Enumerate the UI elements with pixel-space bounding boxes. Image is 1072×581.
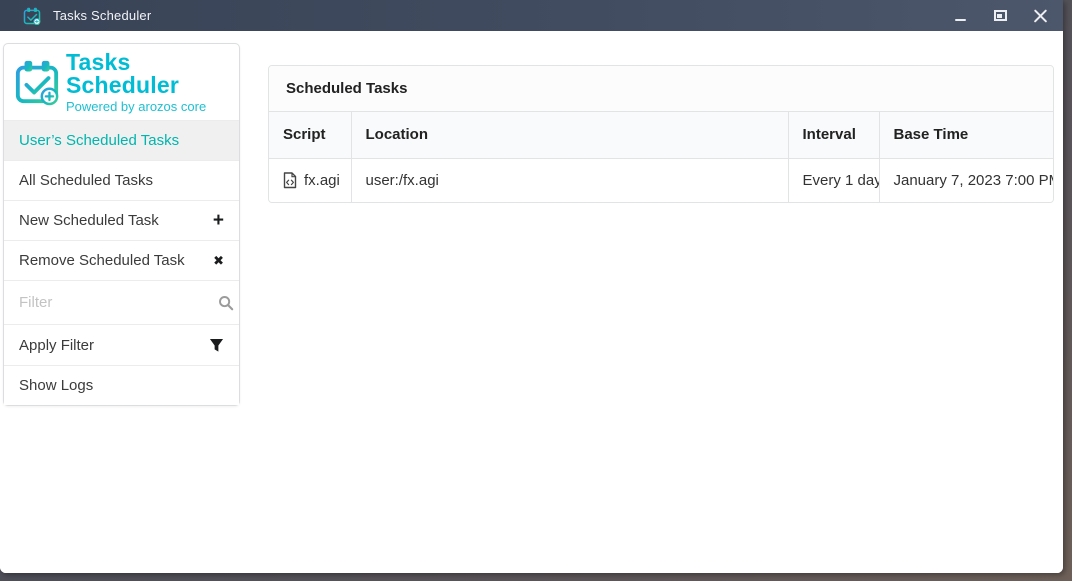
table-header-row: Script Location Interval Base Time [269, 112, 1054, 158]
close-button[interactable] [1020, 0, 1060, 31]
tasks-table: Script Location Interval Base Time [269, 112, 1054, 202]
file-code-icon [283, 172, 297, 189]
window-body: Tasks Scheduler Powered by arozos core U… [0, 31, 1063, 573]
sidebar-item-all-scheduled-tasks[interactable]: All Scheduled Tasks [4, 160, 239, 200]
maximize-icon [994, 10, 1007, 21]
scheduled-tasks-panel: Scheduled Tasks Script Location Interval… [268, 65, 1054, 203]
task-location: user:/fx.agi [351, 158, 788, 202]
sidebar-item-users-scheduled-tasks[interactable]: User’s Scheduled Tasks [4, 120, 239, 160]
sidebar-item-remove-scheduled-task[interactable]: Remove Scheduled Task ✖ [4, 240, 239, 280]
sidebar-item-apply-filter[interactable]: Apply Filter [4, 324, 239, 365]
minimize-icon [955, 19, 966, 21]
app-logo-title: Tasks Scheduler [66, 51, 229, 97]
filter-field-row [4, 280, 239, 324]
app-logo: Tasks Scheduler Powered by arozos core [4, 44, 239, 120]
app-window: Tasks Scheduler Tasks Scheduler Powered … [0, 0, 1063, 573]
plus-icon: + [213, 211, 224, 230]
calendar-check-plus-icon [14, 58, 60, 106]
sidebar-menu: User’s Scheduled Tasks All Scheduled Tas… [4, 120, 239, 405]
task-script-name: fx.agi [304, 172, 340, 189]
task-base-time: January 7, 2023 7:00 PM [879, 158, 1054, 202]
minimize-button[interactable] [940, 0, 980, 31]
desktop-background: Tasks Scheduler Tasks Scheduler Powered … [0, 0, 1072, 581]
window-controls [940, 0, 1060, 31]
cross-icon: ✖ [213, 253, 224, 269]
sidebar-item-label: All Scheduled Tasks [19, 172, 153, 189]
titlebar[interactable]: Tasks Scheduler [0, 0, 1063, 31]
column-header-interval: Interval [788, 112, 879, 158]
sidebar-item-label: Apply Filter [19, 337, 94, 354]
column-header-location: Location [351, 112, 788, 158]
sidebar-item-label: Remove Scheduled Task [19, 252, 185, 269]
task-interval: Every 1 day [788, 158, 879, 202]
sidebar-item-show-logs[interactable]: Show Logs [4, 365, 239, 405]
sidebar-item-label: New Scheduled Task [19, 212, 159, 229]
window-title: Tasks Scheduler [53, 8, 151, 23]
column-header-base-time: Base Time [879, 112, 1054, 158]
funnel-icon [209, 338, 224, 353]
sidebar-item-label: User’s Scheduled Tasks [19, 132, 179, 149]
sidebar-item-label: Show Logs [19, 377, 93, 394]
maximize-button[interactable] [980, 0, 1020, 31]
table-row[interactable]: fx.agi user:/fx.agi Every 1 day January … [269, 158, 1054, 202]
sidebar: Tasks Scheduler Powered by arozos core U… [3, 43, 240, 406]
app-logo-subtitle: Powered by arozos core [66, 100, 229, 113]
close-icon [1033, 8, 1048, 23]
column-header-script: Script [269, 112, 351, 158]
panel-title: Scheduled Tasks [269, 66, 1053, 112]
magnifier-icon [218, 295, 234, 311]
app-calendar-icon [23, 7, 41, 25]
filter-input[interactable] [19, 294, 218, 311]
sidebar-item-new-scheduled-task[interactable]: New Scheduled Task + [4, 200, 239, 240]
